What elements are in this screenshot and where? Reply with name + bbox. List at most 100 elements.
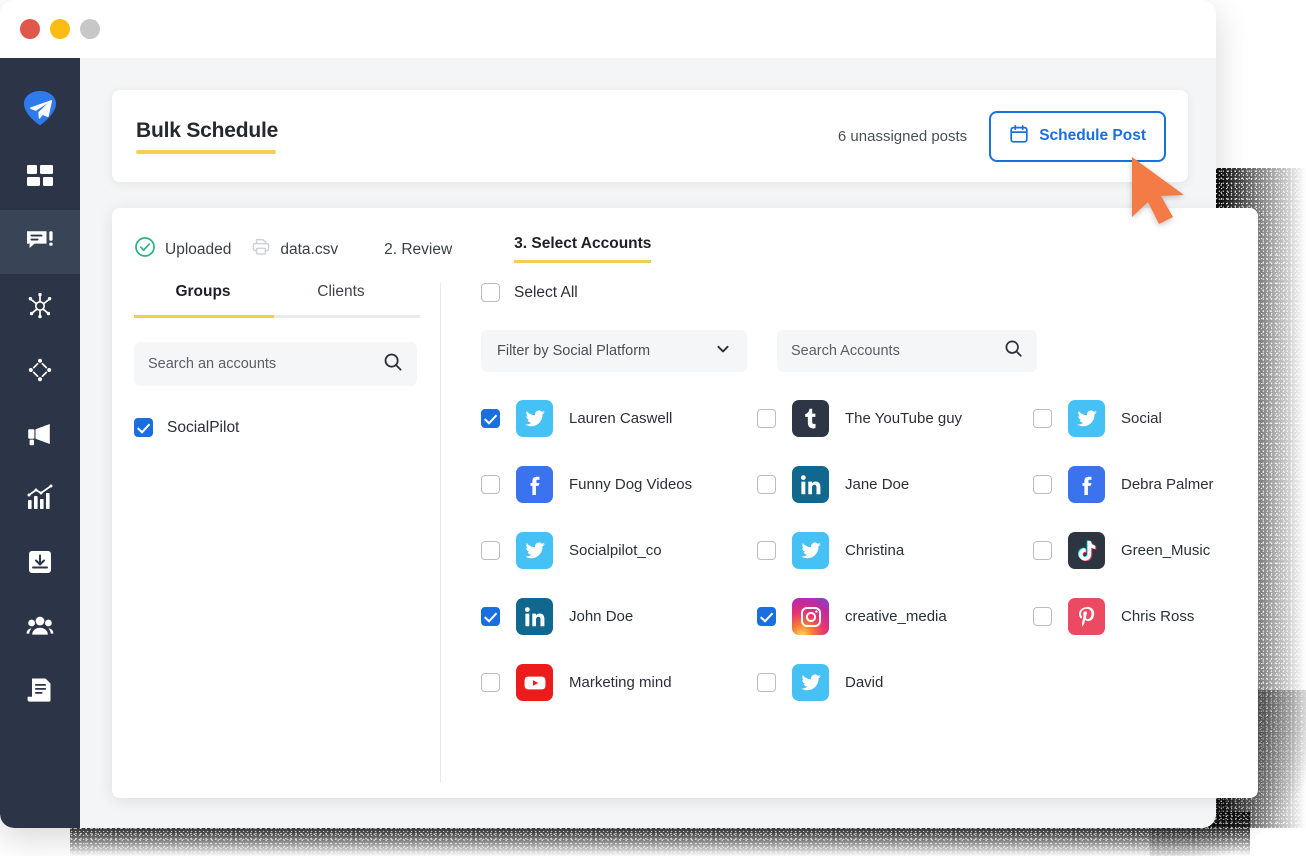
groups-tabs-underline: [134, 315, 420, 318]
account-name: Chris Ross: [1121, 608, 1195, 625]
team-users-icon: [26, 612, 54, 640]
account-checkbox[interactable]: [1033, 409, 1052, 428]
schedule-post-label: Schedule Post: [1039, 127, 1146, 144]
search-accounts-input[interactable]: [148, 356, 383, 372]
schedule-post-button[interactable]: Schedule Post: [989, 110, 1166, 162]
account-item[interactable]: Funny Dog Videos: [481, 466, 757, 503]
account-checkbox[interactable]: [481, 475, 500, 494]
account-checkbox[interactable]: [1033, 607, 1052, 626]
step-review[interactable]: 2. Review: [384, 242, 452, 258]
sidebar-item-logo[interactable]: [0, 76, 80, 140]
group-checkbox[interactable]: [134, 418, 153, 437]
account-checkbox[interactable]: [1033, 541, 1052, 560]
sidebar-item-analytics[interactable]: [0, 466, 80, 530]
diamond-nodes-icon: [26, 356, 54, 384]
tiktok-icon: [1068, 532, 1105, 569]
select-all-row[interactable]: Select All: [481, 283, 1258, 302]
account-name: creative_media: [845, 608, 947, 625]
search-icon[interactable]: [1004, 339, 1023, 363]
tab-groups[interactable]: Groups: [134, 283, 272, 315]
account-checkbox[interactable]: [757, 607, 776, 626]
sidebar-item-team[interactable]: [0, 594, 80, 658]
account-item[interactable]: Social: [1033, 400, 1258, 437]
instagram-icon: [792, 598, 829, 635]
account-name: Christina: [845, 542, 905, 559]
platform-filter-select[interactable]: Filter by Social Platform: [481, 330, 747, 372]
close-window-button[interactable]: [20, 19, 40, 39]
tumblr-icon: [792, 400, 829, 437]
linkedin-icon: [792, 466, 829, 503]
account-item[interactable]: Jane Doe: [757, 466, 1033, 503]
account-item[interactable]: Socialpilot_co: [481, 532, 757, 569]
account-checkbox[interactable]: [481, 409, 500, 428]
twitter-icon: [792, 532, 829, 569]
inbox-download-icon: [26, 548, 54, 576]
account-checkbox[interactable]: [757, 475, 776, 494]
sidebar-item-curation[interactable]: [0, 338, 80, 402]
megaphone-icon: [26, 420, 54, 448]
search-icon[interactable]: [383, 352, 403, 377]
sidebar-item-dashboard[interactable]: [0, 146, 80, 210]
account-checkbox[interactable]: [481, 607, 500, 626]
step-file[interactable]: data.csv: [251, 237, 338, 262]
sidebar-item-posts[interactable]: [0, 210, 80, 274]
group-item-socialpilot[interactable]: SocialPilot: [134, 418, 420, 437]
account-checkbox[interactable]: [481, 541, 500, 560]
maximize-window-button[interactable]: [80, 19, 100, 39]
account-item[interactable]: Marketing mind: [481, 664, 757, 701]
sidebar-item-connections[interactable]: [0, 274, 80, 338]
account-search-input[interactable]: [791, 343, 1004, 359]
account-name: David: [845, 674, 884, 691]
group-search-box[interactable]: [134, 342, 417, 386]
account-checkbox[interactable]: [1033, 475, 1052, 494]
twitter-icon: [516, 400, 553, 437]
account-item[interactable]: John Doe: [481, 598, 757, 635]
account-name: Marketing mind: [569, 674, 672, 691]
minimize-window-button[interactable]: [50, 19, 70, 39]
groups-pane: Groups Clients Search an accounts Social…: [112, 283, 441, 783]
sidebar-nav: [0, 58, 80, 828]
account-checkbox[interactable]: [757, 541, 776, 560]
account-search-box[interactable]: [777, 330, 1037, 372]
account-item[interactable]: Chris Ross: [1033, 598, 1258, 635]
sidebar-item-inbox[interactable]: [0, 530, 80, 594]
step-select-accounts[interactable]: 3. Select Accounts: [514, 236, 652, 263]
youtube-icon: [516, 664, 553, 701]
account-name: Lauren Caswell: [569, 410, 673, 427]
groups-clients-tabs: Groups Clients: [134, 283, 420, 315]
select-all-label: Select All: [514, 283, 578, 301]
sidebar-item-campaigns[interactable]: [0, 402, 80, 466]
page-title-underline: [136, 149, 276, 154]
analytics-bar-chart-icon: [26, 484, 54, 512]
account-item[interactable]: David: [757, 664, 1033, 701]
tab-clients[interactable]: Clients: [272, 283, 410, 315]
accounts-filters: Filter by Social Platform: [481, 330, 1258, 372]
network-nodes-icon: [26, 292, 54, 320]
step-uploaded[interactable]: Uploaded: [134, 236, 231, 263]
step-review-label: 2. Review: [384, 240, 453, 258]
account-item[interactable]: Lauren Caswell: [481, 400, 757, 437]
card-body: Groups Clients Search an accounts Social…: [112, 283, 1258, 783]
account-item[interactable]: Christina: [757, 532, 1033, 569]
screenshot-root: Bulk Schedule 6 unassigned posts Schedul…: [0, 0, 1306, 856]
account-name: The YouTube guy: [845, 410, 963, 427]
page-title-block: Bulk Schedule: [136, 119, 278, 154]
account-item[interactable]: creative_media: [757, 598, 1033, 635]
posts-comment-icon: [26, 228, 54, 256]
step-indicator: Uploaded data.csv 2. Review 3. Select Ac…: [112, 208, 1258, 263]
account-checkbox[interactable]: [481, 673, 500, 692]
check-circle-icon: [134, 236, 156, 263]
account-item[interactable]: Debra Palmer: [1033, 466, 1258, 503]
accounts-pane: Select All Filter by Social Platform Sea…: [441, 283, 1258, 783]
account-item[interactable]: The YouTube guy: [757, 400, 1033, 437]
paper-plane-logo-icon: [20, 88, 60, 128]
pinterest-icon: [1068, 598, 1105, 635]
facebook-icon: [516, 466, 553, 503]
account-checkbox[interactable]: [757, 409, 776, 428]
account-item[interactable]: Green_Music: [1033, 532, 1258, 569]
select-all-checkbox[interactable]: [481, 283, 500, 302]
chevron-down-icon: [715, 341, 731, 361]
account-checkbox[interactable]: [757, 673, 776, 692]
linkedin-icon: [516, 598, 553, 635]
sidebar-item-reports[interactable]: [0, 658, 80, 722]
